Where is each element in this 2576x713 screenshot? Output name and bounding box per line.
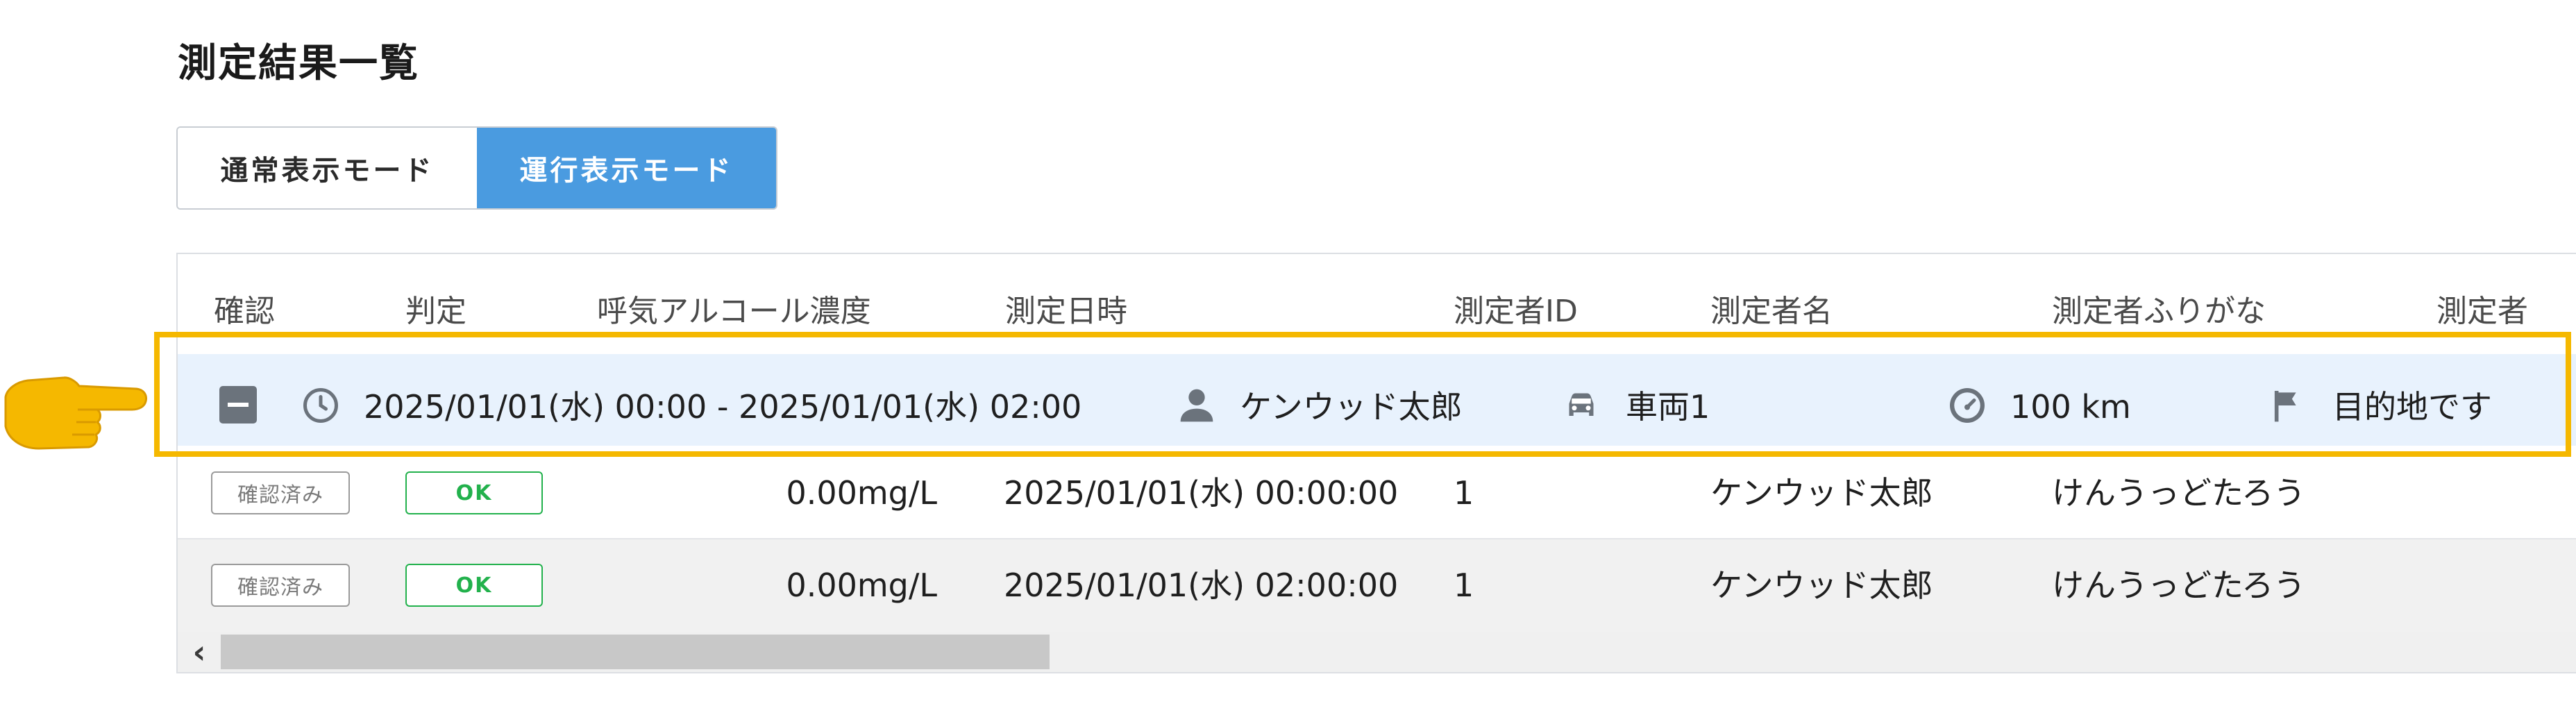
page-title: 測定結果一覧 <box>178 41 419 86</box>
trip-destination: 目的地です <box>2332 388 2492 426</box>
person-icon <box>1180 389 1213 422</box>
judgement-badge: OK <box>405 564 543 607</box>
trip-period: 2025/01/01(水) 00:00 - 2025/01/01(水) 02:0… <box>364 388 1082 426</box>
column-header-name[interactable]: 測定者名 <box>1710 286 1833 330</box>
trip-vehicle: 車両1 <box>1626 388 1710 426</box>
column-header-confirm[interactable]: 確認 <box>214 286 275 330</box>
id-cell: 1 <box>1454 474 1474 512</box>
trip-driver: ケンウッド太郎 <box>1240 388 1463 426</box>
furigana-cell: けんうっどたろう <box>2052 474 2306 512</box>
alcohol-cell: 0.00mg/L <box>786 567 937 604</box>
judgement-badge: OK <box>405 471 543 514</box>
name-cell: ケンウッド太郎 <box>1710 567 1933 604</box>
column-header-datetime[interactable]: 測定日時 <box>1005 286 1127 330</box>
car-icon <box>1569 393 1594 416</box>
status-badge[interactable]: 確認済み <box>211 564 350 607</box>
status-badge[interactable]: 確認済み <box>211 471 350 514</box>
datetime-cell: 2025/01/01(水) 02:00:00 <box>1004 567 1399 604</box>
furigana-cell: けんうっどたろう <box>2052 567 2306 604</box>
chevron-left-icon[interactable]: ‹ <box>182 632 217 672</box>
column-header-truncated[interactable]: 測定者 <box>2436 286 2528 330</box>
id-cell: 1 <box>1454 567 1474 604</box>
display-mode-toggle: 通常表示モード 運行表示モード <box>176 126 777 210</box>
column-header-judgement[interactable]: 判定 <box>405 286 466 330</box>
column-header-alcohol[interactable]: 呼気アルコール濃度 <box>597 286 871 330</box>
clock-icon <box>303 388 338 423</box>
minus-square-icon[interactable] <box>219 386 257 423</box>
trip-mode-button[interactable]: 運行表示モード <box>477 128 776 208</box>
flag-icon <box>2274 391 2296 422</box>
trip-distance: 100 km <box>2010 388 2131 426</box>
normal-mode-button[interactable]: 通常表示モード <box>178 128 477 208</box>
speedometer-icon <box>1950 388 1985 423</box>
column-header-id[interactable]: 測定者ID <box>1454 286 1578 330</box>
column-header-furigana[interactable]: 測定者ふりがな <box>2052 286 2266 330</box>
name-cell: ケンウッド太郎 <box>1710 474 1933 512</box>
datetime-cell: 2025/01/01(水) 00:00:00 <box>1004 474 1399 512</box>
pointing-hand-icon <box>4 376 147 450</box>
scrollbar-thumb[interactable] <box>221 635 1050 669</box>
alcohol-cell: 0.00mg/L <box>786 474 937 512</box>
